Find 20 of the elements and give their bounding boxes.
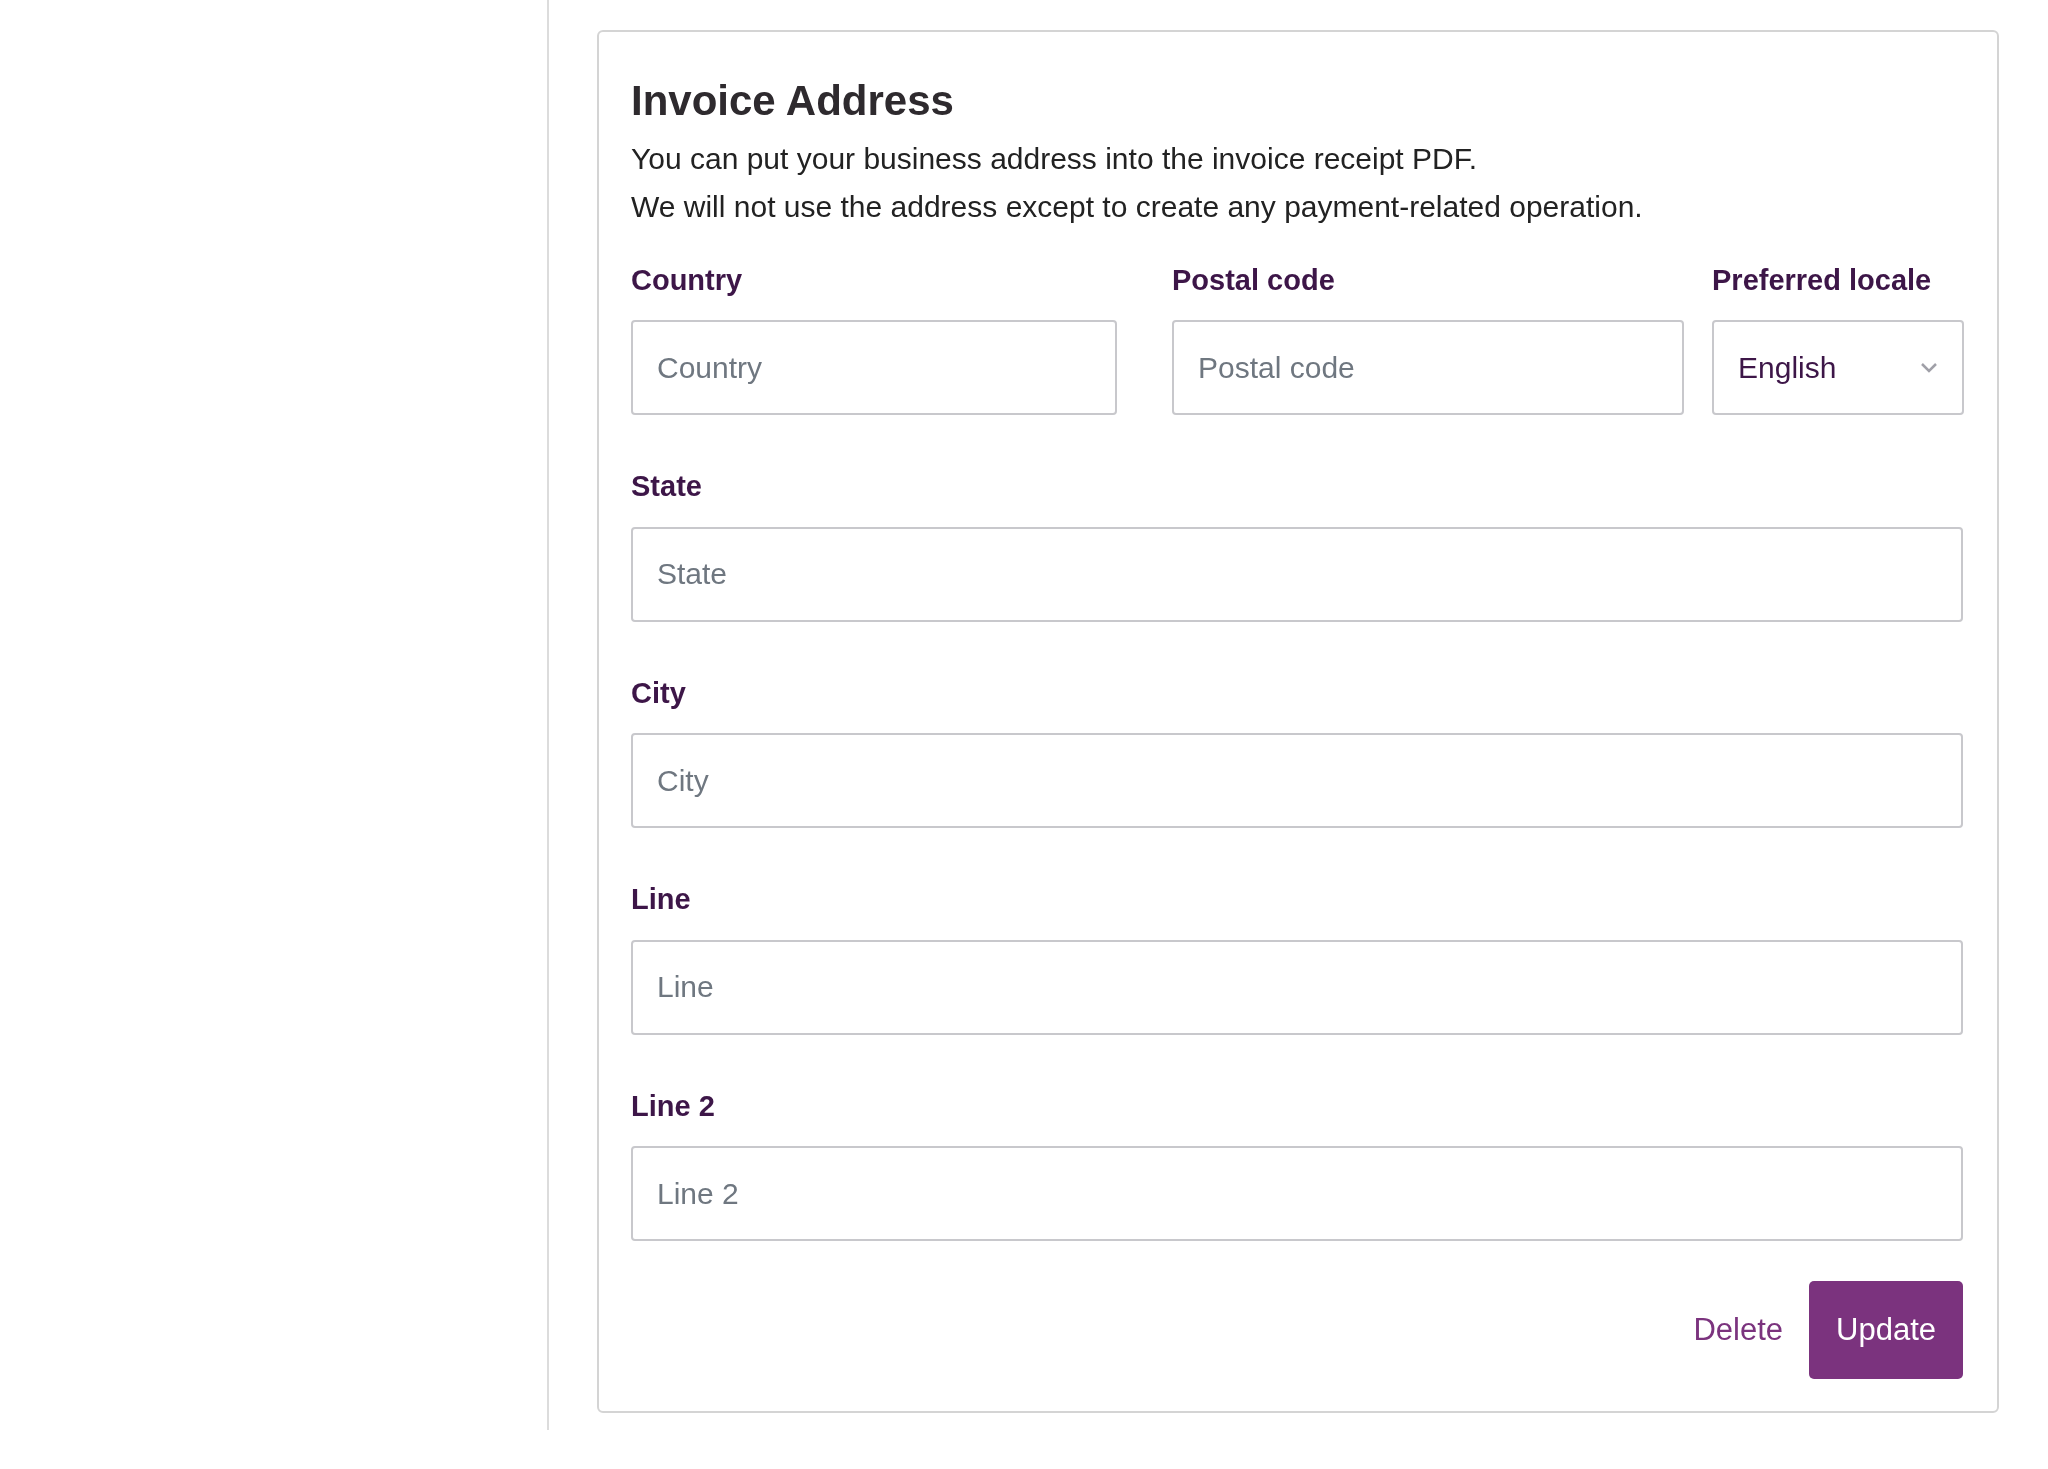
chevron-down-icon — [1920, 361, 1938, 374]
field-label: Line 2 — [631, 1088, 716, 1124]
text-field[interactable]: Country — [631, 320, 1117, 416]
field-label: State — [631, 469, 703, 505]
text-field[interactable]: Postal code — [1172, 320, 1684, 416]
text-field[interactable]: State — [631, 526, 1963, 622]
update-button[interactable]: Update — [1809, 1281, 1963, 1380]
locale-select[interactable]: English — [1712, 320, 1964, 416]
delete-button[interactable]: Delete — [1691, 1306, 1786, 1354]
field-label: Preferred locale — [1712, 262, 1933, 298]
field-label: Country — [631, 262, 744, 298]
field-label: Line — [631, 882, 692, 918]
field-label: City — [631, 675, 687, 711]
text-field[interactable]: Line 2 — [631, 1146, 1963, 1242]
card-title: Invoice Address — [631, 76, 955, 126]
text-field[interactable]: Line — [631, 939, 1963, 1035]
text-field[interactable]: City — [631, 733, 1963, 829]
description-text: You can put your business address into the invoice receipt PDF. — [631, 140, 1479, 177]
field-label: Postal code — [1172, 262, 1336, 298]
description-text: We will not use the address except to create any payment-related operation. — [631, 188, 1644, 225]
